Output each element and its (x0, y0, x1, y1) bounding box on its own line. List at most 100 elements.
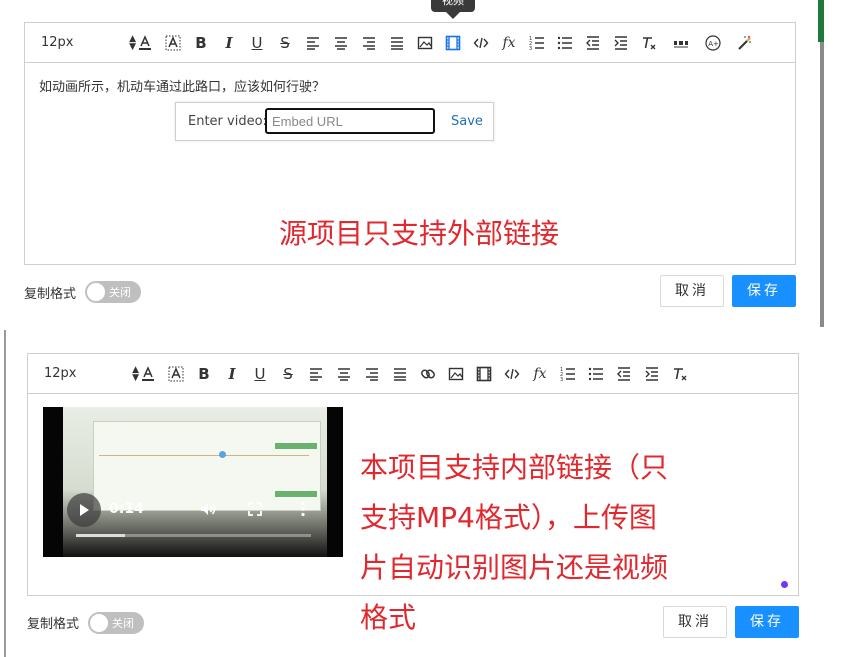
align-right-icon[interactable] (360, 362, 384, 386)
video-embed-popup: Enter video: Save (175, 102, 494, 141)
editor-toolbar: 12px ▲ ▼ B I U S fx 123 A+ (25, 23, 795, 63)
video-progress-bar[interactable] (76, 534, 311, 537)
editor-content-area[interactable]: 如动画所示，机动车通过此路口，应该如何行驶？ Enter video: Save… (25, 64, 795, 264)
question-text: 如动画所示，机动车通过此路口，应该如何行驶？ (39, 80, 326, 95)
annotation-note-line: 片自动识别图片还是视频 (360, 551, 669, 584)
font-size-select[interactable]: 12px ▲ ▼ (44, 363, 139, 385)
tooltip-arrow (446, 12, 460, 19)
switch-state-text: 关闭 (109, 286, 131, 299)
copy-format-label: 复制格式 (24, 287, 77, 302)
video-thumbnail-line (99, 455, 309, 456)
align-right-icon[interactable] (357, 31, 381, 55)
formula-icon[interactable]: fx (528, 362, 552, 386)
more-vertical-icon (301, 501, 305, 517)
font-size-increase-icon[interactable]: A+ (701, 31, 725, 55)
more-options-button[interactable] (293, 499, 313, 519)
background-window-scrollbar (820, 42, 824, 327)
font-size-value: 12px (41, 35, 74, 50)
indent-icon[interactable] (640, 362, 664, 386)
horizontal-rule-icon[interactable] (669, 31, 693, 55)
video-thumbnail-panel (93, 421, 321, 511)
italic-icon[interactable]: I (217, 31, 241, 55)
align-justify-icon[interactable] (385, 31, 409, 55)
svg-text:3: 3 (529, 46, 532, 51)
clear-format-icon[interactable] (668, 362, 692, 386)
ordered-list-icon[interactable]: 123 (525, 31, 549, 55)
link-icon[interactable] (416, 362, 440, 386)
switch-state-text: 关闭 (112, 617, 134, 630)
font-size-value: 12px (44, 366, 77, 381)
bold-icon[interactable]: B (192, 362, 216, 386)
align-center-icon[interactable] (332, 362, 356, 386)
bullet-list-icon[interactable] (553, 31, 577, 55)
image-icon[interactable] (413, 31, 437, 55)
toolbar-tooltip: 视频 (431, 0, 475, 12)
embed-url-input[interactable] (265, 108, 435, 134)
outdent-icon[interactable] (581, 31, 605, 55)
font-size-select[interactable]: 12px ▲ ▼ (41, 32, 136, 54)
save-button[interactable]: 保存 (735, 606, 799, 638)
fullscreen-icon (248, 502, 262, 516)
play-button[interactable] (67, 493, 101, 527)
align-left-icon[interactable] (304, 362, 328, 386)
svg-text:A+: A+ (708, 40, 719, 48)
magic-wand-icon[interactable] (732, 31, 756, 55)
video-icon[interactable] (441, 31, 465, 55)
status-dot (781, 581, 788, 588)
formula-icon[interactable]: fx (497, 31, 521, 55)
fullscreen-button[interactable] (245, 499, 265, 519)
clear-format-icon[interactable] (637, 31, 661, 55)
annotation-note-line: 格式 (360, 601, 417, 634)
video-icon[interactable] (472, 362, 496, 386)
annotation-note-line: 支持MP4格式），上传图 (360, 501, 657, 534)
switch-knob (87, 283, 105, 301)
italic-icon[interactable]: I (220, 362, 244, 386)
font-color-icon[interactable] (136, 362, 160, 386)
background-color-icon[interactable] (161, 31, 185, 55)
video-time: 0:14 (109, 501, 144, 517)
align-left-icon[interactable] (301, 31, 325, 55)
strikethrough-icon[interactable]: S (273, 31, 297, 55)
embedded-video-player[interactable]: 0:14 (43, 407, 343, 557)
switch-knob (90, 614, 108, 632)
video-popup-save-link[interactable]: Save (451, 114, 483, 129)
save-button[interactable]: 保存 (732, 275, 796, 307)
align-center-icon[interactable] (329, 31, 353, 55)
annotation-note: 源项目只支持外部链接 (279, 217, 560, 250)
font-color-icon[interactable] (133, 31, 157, 55)
svg-text:3: 3 (560, 377, 563, 382)
annotation-note: 本项目支持内部链接（只 支持MP4格式），上传图 片自动识别图片还是视频 格式 (360, 443, 668, 643)
strikethrough-icon[interactable]: S (276, 362, 300, 386)
video-progress-fill (76, 534, 126, 537)
background-color-icon[interactable] (164, 362, 188, 386)
video-thumbnail-bar (275, 443, 317, 449)
video-popup-label: Enter video: (188, 114, 267, 129)
underline-icon[interactable]: U (245, 31, 269, 55)
code-icon[interactable] (500, 362, 524, 386)
play-icon (80, 504, 89, 516)
cancel-button[interactable]: 取消 (660, 275, 724, 307)
editor-content-area[interactable]: 0:14 本项目支持内部链接（只 支持MP4格式），上传图 片自动识别图片还是视… (28, 395, 798, 634)
annotation-note-line: 本项目支持内部链接（只 (360, 451, 669, 484)
copy-format-label: 复制格式 (27, 617, 80, 632)
underline-icon[interactable]: U (248, 362, 272, 386)
bullet-list-icon[interactable] (584, 362, 608, 386)
align-justify-icon[interactable] (388, 362, 412, 386)
bold-icon[interactable]: B (189, 31, 213, 55)
outdent-icon[interactable] (612, 362, 636, 386)
code-icon[interactable] (469, 31, 493, 55)
tooltip-text: 视频 (442, 0, 464, 7)
background-window-edge (818, 0, 824, 42)
image-icon[interactable] (444, 362, 468, 386)
copy-format-switch[interactable]: 关闭 (88, 612, 144, 634)
rich-text-editor-bottom: 12px ▲ ▼ B I U S fx 123 0:14 本项目支持内部链接（只… (27, 353, 799, 634)
video-thumbnail-bar (275, 491, 317, 497)
ordered-list-icon[interactable]: 123 (556, 362, 580, 386)
volume-button[interactable] (198, 499, 218, 519)
rich-text-editor-top: 12px ▲ ▼ B I U S fx 123 A+ 如动画所示，机动车通过此路口… (24, 22, 796, 265)
cancel-button[interactable]: 取消 (663, 606, 727, 638)
copy-format-switch[interactable]: 关闭 (85, 281, 141, 303)
volume-icon (201, 503, 216, 515)
indent-icon[interactable] (609, 31, 633, 55)
video-thumbnail-dot (219, 451, 226, 458)
